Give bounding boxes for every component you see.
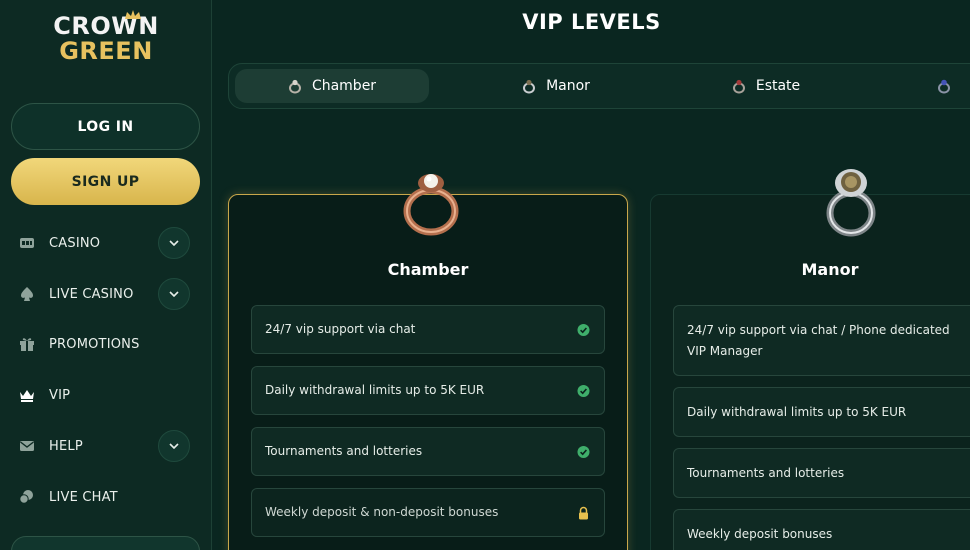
tab-manor[interactable]: Manor [459,69,653,103]
logo-text-line2: GREEN [59,37,153,65]
sidebar: CROWN GREEN LOG IN SIGN UP CASINO LIVE C… [0,0,212,550]
sidebar-item-label: VIP [49,387,71,403]
ring-icon [732,79,745,94]
ring-icon [938,79,950,94]
feature-text: Tournaments and lotteries [687,465,845,480]
level-name: Manor [801,260,859,279]
crown-icon [18,386,36,404]
sidebar-item-label: LIVE CASINO [49,286,134,302]
feature-item: Daily withdrawal limits up to 5K EUR [251,366,605,415]
slot-machine-icon [18,234,36,252]
ring-icon [288,79,301,94]
check-icon [577,445,590,458]
ring-icon [523,79,536,94]
feature-text: 24/7 vip support via chat [265,322,416,336]
chat-icon [18,488,36,506]
tab-label: Chamber [311,78,377,94]
tab-estate[interactable]: Estate [669,69,863,103]
feature-text: Weekly deposit & non-deposit bonuses [265,505,499,519]
chevron-down-icon[interactable] [158,278,190,310]
feature-item: 24/7 vip support via chat [251,305,605,354]
tab-chamber[interactable]: Chamber [235,69,429,103]
sidebar-item-promotions[interactable]: PROMOTIONS [18,327,198,361]
sidebar-bottom-button[interactable] [11,536,200,550]
chevron-down-icon[interactable] [158,430,190,462]
feature-item: Tournaments and lotteries [251,427,605,476]
vip-card-chamber: Chamber 24/7 vip support via chat Daily … [228,174,628,550]
feature-item: 24/7 vip support via chat / Phone dedica… [673,305,970,376]
mail-icon [18,437,36,455]
vip-level-tabs: Chamber Manor Estate [228,63,970,109]
gift-icon [18,335,36,353]
sidebar-item-label: LIVE CHAT [49,489,118,505]
feature-text: 24/7 vip support via chat / Phone dedica… [687,322,950,358]
feature-text: Daily withdrawal limits up to 5K EUR [687,404,907,419]
sidebar-item-casino[interactable]: CASINO [18,226,198,260]
feature-text: Weekly deposit bonuses [687,526,833,541]
feature-item: Daily withdrawal limits up to 5K EUR [673,387,970,437]
check-icon [577,384,590,397]
feature-text: Daily withdrawal limits up to 5K EUR [265,383,485,397]
lock-icon [579,506,588,519]
vip-card-manor: Manor 24/7 vip support via chat / Phone … [650,169,970,550]
login-button[interactable]: LOG IN [11,103,200,150]
tab-next-level[interactable] [929,69,959,103]
sidebar-item-help[interactable]: HELP [18,429,198,463]
rose-gold-ring-icon [403,174,459,236]
feature-item-locked: Weekly deposit & non-deposit bonuses [251,488,605,537]
check-icon [577,323,590,336]
silver-ring-icon [826,169,876,237]
sidebar-item-live-chat[interactable]: LIVE CHAT [18,480,198,514]
feature-item: Weekly deposit bonuses [673,509,970,550]
crown-green-logo[interactable]: CROWN GREEN [50,10,162,74]
sidebar-item-live-casino[interactable]: LIVE CASINO [18,277,198,311]
sidebar-item-label: CASINO [49,235,101,251]
sidebar-item-label: HELP [49,438,83,454]
logo-text-line1: CROWN [53,12,159,40]
sidebar-item-label: PROMOTIONS [49,336,140,352]
tab-label: Estate [755,78,801,94]
feature-item: Tournaments and lotteries [673,448,970,498]
tab-label: Manor [546,78,590,94]
chevron-down-icon[interactable] [158,227,190,259]
spade-icon [18,285,36,303]
sidebar-item-vip[interactable]: VIP [18,378,198,412]
logo-crown-icon [125,10,141,19]
level-name: Chamber [387,260,469,279]
feature-text: Tournaments and lotteries [265,444,423,458]
signup-button[interactable]: SIGN UP [11,158,200,205]
page-title: VIP LEVELS [522,10,661,34]
